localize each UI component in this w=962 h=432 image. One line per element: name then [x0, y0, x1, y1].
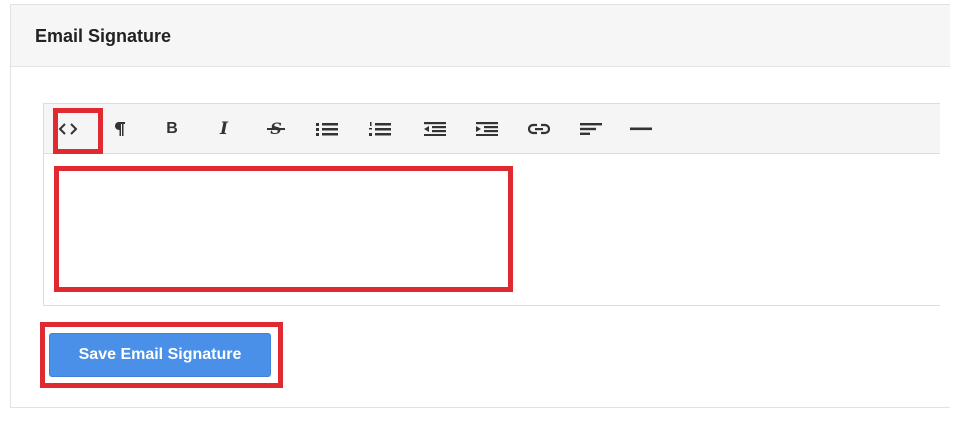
rich-text-editor: B I S [43, 103, 940, 306]
ordered-list-button[interactable] [365, 114, 395, 144]
align-button[interactable] [576, 114, 606, 144]
italic-button[interactable]: I [209, 114, 239, 144]
outdent-button[interactable] [420, 114, 450, 144]
editor-toolbar: B I S [44, 104, 940, 154]
panel-title: Email Signature [35, 26, 172, 46]
horizontal-rule-button[interactable] [626, 114, 656, 144]
unordered-list-button[interactable] [312, 114, 342, 144]
bold-button[interactable]: B [157, 114, 187, 144]
code-icon [58, 122, 78, 136]
paragraph-button[interactable] [105, 114, 135, 144]
bold-icon: B [166, 120, 178, 137]
italic-icon: I [220, 119, 228, 139]
paragraph-icon [114, 121, 126, 137]
ordered-list-icon [369, 122, 391, 136]
horizontal-rule-icon [630, 127, 652, 131]
panel-header: Email Signature [11, 5, 950, 67]
link-button[interactable] [524, 114, 554, 144]
signature-content-area[interactable] [44, 154, 940, 305]
code-view-button[interactable] [53, 114, 83, 144]
indent-button[interactable] [472, 114, 502, 144]
align-left-icon [580, 123, 602, 135]
link-icon [528, 123, 550, 135]
indent-icon [476, 122, 498, 136]
strikethrough-button[interactable]: S [261, 114, 291, 144]
outdent-icon [424, 122, 446, 136]
unordered-list-icon [316, 122, 338, 136]
save-email-signature-button[interactable]: Save Email Signature [49, 333, 271, 377]
strikethrough-icon: S [267, 119, 285, 139]
